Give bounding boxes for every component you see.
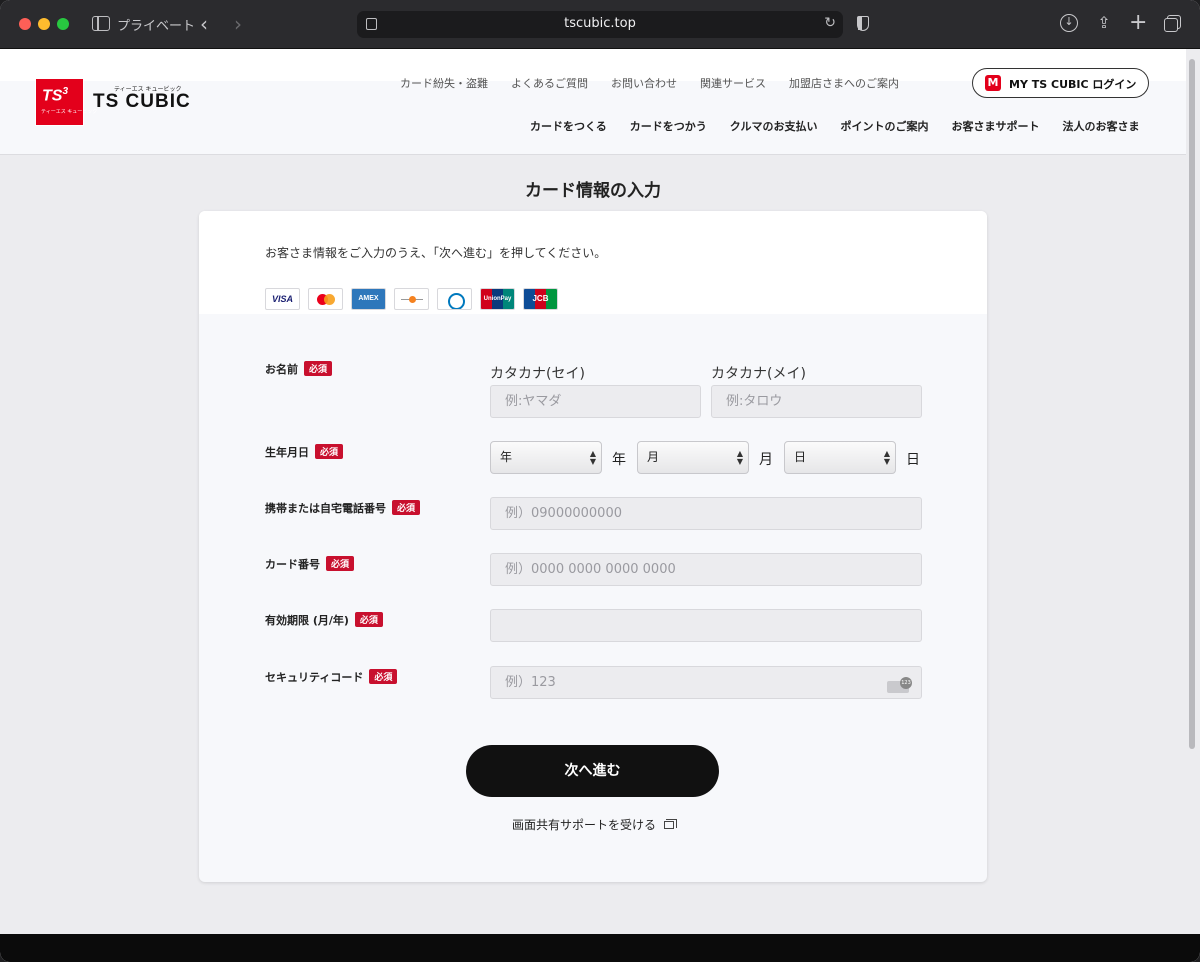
birth-year-value: 年 [500, 450, 513, 464]
shield-icon[interactable] [857, 16, 869, 31]
brand-name[interactable]: TS CUBIC [93, 91, 191, 113]
security-code-placeholder: 例）123 [505, 675, 556, 690]
security-code-input[interactable]: 例）123 [490, 666, 922, 699]
required-badge: 必須 [315, 444, 344, 459]
sei-input[interactable]: 例:ヤマダ [490, 385, 701, 418]
scrollbar-thumb[interactable] [1189, 59, 1195, 749]
minimize-window-button[interactable] [38, 18, 50, 30]
utility-link-faq[interactable]: よくあるご質問 [511, 75, 588, 91]
year-unit: 年 [612, 452, 626, 468]
card-brand-list: VISA AMEX UnionPay JCB [265, 288, 558, 310]
required-badge: 必須 [392, 500, 421, 515]
nav-item-car-payment[interactable]: クルマのお支払い [730, 118, 818, 134]
security-code-label-text: セキュリティコード [265, 671, 364, 684]
screen-share-support-link[interactable]: 画面共有サポートを受ける [199, 816, 987, 833]
site-header: TS3 ティーエス キュービック ティーエス キュービック TS CUBIC カ… [0, 49, 1186, 155]
browser-window: プライベート ‹ › tscubic.top ↻ ↓ ⇪ + TS3 ティーエス… [0, 0, 1200, 962]
card-number-input[interactable]: 例）0000 0000 0000 0000 [490, 553, 922, 586]
browser-toolbar: プライベート ‹ › tscubic.top ↻ ↓ ⇪ + [0, 0, 1200, 49]
page-scrollbar[interactable] [1188, 49, 1196, 749]
birth-month-value: 月 [647, 450, 660, 464]
sei-label: カタカナ(セイ) [490, 366, 585, 382]
tab-overview-icon[interactable] [1164, 14, 1182, 32]
expiry-input[interactable] [490, 609, 922, 642]
chevron-updown-icon: ▲ ▼ [736, 449, 743, 466]
amex-icon: AMEX [351, 288, 386, 310]
required-badge: 必須 [304, 361, 333, 376]
logo-text: TS [42, 87, 63, 105]
day-unit: 日 [906, 452, 920, 468]
birth-day-select[interactable]: 日 ▲ ▼ [784, 441, 896, 474]
nav-item-use[interactable]: カードをつかう [630, 118, 707, 134]
site-footer [0, 934, 1200, 962]
page-title: カード情報の入力 [525, 181, 661, 201]
share-icon[interactable]: ⇪ [1095, 14, 1113, 32]
next-button[interactable]: 次へ進む [466, 745, 719, 797]
external-window-icon [664, 819, 677, 829]
required-badge: 必須 [369, 669, 398, 684]
birth-year-select[interactable]: 年 ▲ ▼ [490, 441, 602, 474]
chevron-updown-icon: ▲ ▼ [589, 449, 596, 466]
back-icon[interactable]: ‹ [200, 12, 208, 36]
logo-mark: TS3 [42, 86, 68, 105]
sidebar-icon[interactable] [92, 16, 110, 31]
url-text[interactable]: tscubic.top [357, 16, 843, 31]
utility-link-lost-card[interactable]: カード紛失・盗難 [400, 75, 488, 91]
cvc-card-icon [887, 677, 912, 693]
mei-label: カタカナ(メイ) [711, 366, 806, 382]
name-label: お名前 必須 [265, 361, 333, 377]
phone-label-text: 携帯または自宅電話番号 [265, 502, 386, 515]
logo-subtext: ティーエス キュービック [41, 109, 98, 115]
utility-link-contact[interactable]: お問い合わせ [611, 75, 677, 91]
forward-icon[interactable]: › [234, 12, 242, 36]
birth-day-value: 日 [794, 450, 807, 464]
web-page: TS3 ティーエス キュービック ティーエス キュービック TS CUBIC カ… [0, 49, 1200, 962]
discover-icon [394, 288, 429, 310]
utility-nav: カード紛失・盗難 よくあるご質問 お問い合わせ 関連サービス 加盟店さまへのご案… [400, 75, 922, 91]
chevron-updown-icon: ▲ ▼ [883, 449, 890, 466]
support-link-text[interactable]: 画面共有サポートを受ける [512, 818, 656, 832]
nav-item-support[interactable]: お客さまサポート [951, 118, 1039, 134]
expiry-label-text: 有効期限 (月/年) [265, 614, 349, 627]
jcb-icon: JCB [523, 288, 558, 310]
address-bar[interactable]: tscubic.top ↻ [357, 11, 843, 38]
security-code-label: セキュリティコード 必須 [265, 669, 398, 685]
card-number-label-text: カード番号 [265, 558, 320, 571]
download-icon[interactable]: ↓ [1060, 14, 1078, 32]
form-instructions: お客さま情報をご入力のうえ、「次へ進む」を押してください。 [265, 246, 607, 260]
month-unit: 月 [759, 452, 773, 468]
zoom-window-button[interactable] [57, 18, 69, 30]
nav-item-points[interactable]: ポイントのご案内 [840, 118, 928, 134]
required-badge: 必須 [354, 612, 383, 627]
phone-label: 携帯または自宅電話番号 必須 [265, 500, 421, 516]
reload-icon[interactable]: ↻ [824, 15, 836, 31]
visa-icon: VISA [265, 288, 300, 310]
ts3-logo-icon[interactable]: TS3 ティーエス キュービック [35, 78, 97, 126]
nav-item-corporate[interactable]: 法人のお客さま [1062, 118, 1139, 134]
unionpay-icon: UnionPay [480, 288, 515, 310]
login-button[interactable]: M MY TS CUBIC ログイン [972, 68, 1149, 98]
new-tab-icon[interactable]: + [1129, 12, 1147, 34]
required-badge: 必須 [326, 556, 355, 571]
card-info-form: お客さま情報をご入力のうえ、「次へ進む」を押してください。 VISA AMEX … [199, 211, 987, 882]
mei-input[interactable]: 例:タロウ [711, 385, 922, 418]
birthdate-label-text: 生年月日 [265, 446, 309, 459]
logo-sup: 3 [62, 86, 69, 97]
main-nav: カードをつくる カードをつかう クルマのお支払い ポイントのご案内 お客さまサポ… [530, 118, 1139, 134]
diners-icon [437, 288, 472, 310]
utility-link-related[interactable]: 関連サービス [700, 75, 766, 91]
login-label: MY TS CUBIC ログイン [1009, 78, 1137, 91]
name-label-text: お名前 [265, 363, 298, 376]
expiry-label: 有効期限 (月/年) 必須 [265, 612, 383, 628]
private-browsing-label[interactable]: プライベート [117, 15, 195, 34]
nav-item-apply[interactable]: カードをつくる [530, 118, 607, 134]
birthdate-label: 生年月日 必須 [265, 444, 344, 460]
close-window-button[interactable] [19, 18, 31, 30]
my-ts-cubic-icon: M [985, 75, 1001, 91]
phone-input[interactable]: 例）09000000000 [490, 497, 922, 530]
card-number-label: カード番号 必須 [265, 556, 355, 572]
birth-month-select[interactable]: 月 ▲ ▼ [637, 441, 749, 474]
mastercard-icon [308, 288, 343, 310]
utility-link-merchants[interactable]: 加盟店さまへのご案内 [789, 75, 899, 91]
